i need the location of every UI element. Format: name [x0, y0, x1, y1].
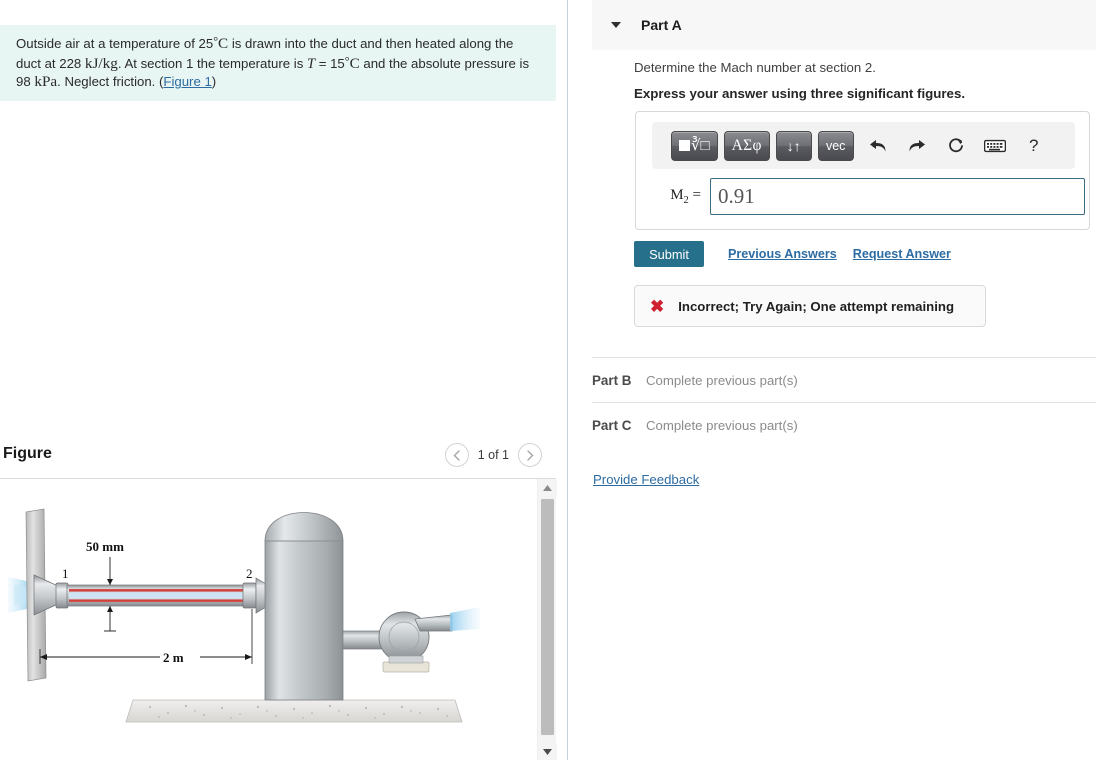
filled-square-icon — [679, 140, 690, 151]
answer-equals-sign: = — [688, 187, 701, 203]
problem-seg-6: . Neglect friction. ( — [57, 74, 164, 90]
feedback-message: Incorrect; Try Again; One attempt remain… — [678, 298, 955, 314]
pipe-flange-left — [55, 582, 69, 609]
scrollbar-thumb[interactable] — [541, 499, 554, 735]
undo-arrow-icon — [869, 139, 886, 151]
problem-seg-7: ) — [211, 74, 217, 90]
triangle-up-icon — [543, 484, 552, 491]
figure-counter: 1 of 1 — [477, 448, 509, 462]
help-button[interactable]: ? — [1019, 132, 1049, 160]
unit-celsius-1: C — [218, 35, 229, 52]
unit-kpa: kPa — [34, 73, 58, 91]
left-panel: Outside air at a temperature of 25°C is … — [0, 0, 568, 760]
answer-input[interactable] — [710, 178, 1085, 215]
reset-circular-arrow-icon — [948, 137, 963, 152]
figure-prev-button[interactable] — [444, 443, 469, 467]
greek-letters-label: ΑΣφ — [731, 136, 762, 154]
request-answer-link[interactable]: Request Answer — [853, 247, 951, 261]
pump-pedestal — [388, 655, 424, 664]
undo-button[interactable] — [863, 132, 893, 160]
section-1-label: 1 — [62, 566, 69, 581]
pipe-flange-right — [242, 582, 257, 609]
scrollbar-up-arrow[interactable] — [538, 479, 557, 496]
problem-seg-4: = 15 — [315, 55, 345, 71]
dim-2m-label: 2 m — [163, 650, 184, 665]
figure-header: Figure 1 of 1 — [0, 440, 556, 480]
keyboard-icon — [983, 139, 1006, 152]
dim-50mm-label: 50 mm — [86, 539, 124, 554]
answer-row: M2 = — [652, 178, 1085, 215]
feedback-banner: ✖ Incorrect; Try Again; One attempt rema… — [634, 285, 986, 327]
question-mark-icon: ? — [1028, 135, 1039, 155]
x-mark-icon: ✖ — [650, 296, 665, 316]
part-a-title: Part A — [641, 17, 682, 33]
up-down-arrows-icon: ↓↑ — [786, 137, 801, 154]
caret-down-icon[interactable] — [611, 22, 621, 28]
problem-seg-3: . At section 1 the temperature is — [117, 55, 307, 71]
chevron-left-icon — [453, 449, 460, 461]
chevron-right-icon — [526, 449, 533, 461]
bellmouth-inlet — [33, 574, 59, 616]
figure-navigation: 1 of 1 — [444, 443, 542, 467]
keyboard-button[interactable] — [980, 132, 1010, 160]
tank-body — [264, 540, 344, 701]
math-template-button[interactable]: ∛□ — [671, 130, 718, 161]
reset-button[interactable] — [941, 132, 971, 160]
dim-50mm-lower-arrow — [107, 606, 113, 612]
part-b-status: Complete previous part(s) — [646, 372, 798, 388]
answer-entry-box: ∛□ ΑΣφ ↓↑ vec ? M2 = 0.91 — [635, 111, 1090, 230]
part-a-prompt: Determine the Mach number at section 2. — [634, 60, 876, 75]
section-2-label: 2 — [246, 566, 253, 581]
part-a-header[interactable]: Part A — [592, 0, 1096, 50]
page-root: Outside air at a temperature of 25°C is … — [0, 0, 1096, 760]
answer-var-name: M — [670, 187, 684, 203]
math-toolbar: ∛□ ΑΣφ ↓↑ vec ? — [652, 122, 1075, 169]
duct-tank-connector — [255, 577, 267, 614]
part-c-row[interactable]: Part C Complete previous part(s) — [592, 402, 1096, 447]
figure-scrollbar[interactable] — [537, 479, 557, 760]
figure-next-button[interactable] — [518, 443, 542, 467]
triangle-down-icon — [543, 748, 552, 755]
problem-statement-text: Outside air at a temperature of 25°C is … — [16, 33, 540, 91]
pump-discharge-nozzle — [414, 614, 453, 632]
vector-button[interactable]: vec — [817, 130, 854, 161]
figure-viewport: 50 mm 2 m 1 2 — [0, 479, 537, 760]
outlet-air-jet — [450, 607, 480, 631]
provide-feedback-link[interactable]: Provide Feedback — [593, 472, 699, 487]
problem-statement-box: Outside air at a temperature of 25°C is … — [0, 25, 556, 101]
part-a-instruction: Express your answer using three signific… — [634, 86, 966, 101]
duct-tank-pump-diagram: 50 mm 2 m 1 2 — [8, 508, 480, 723]
dim-2m-arrow-right — [245, 654, 252, 660]
answer-variable-label: M2 = — [652, 187, 710, 206]
scrollbar-down-arrow[interactable] — [538, 743, 557, 760]
submit-button[interactable]: Submit — [634, 241, 704, 267]
variable-T: T — [306, 55, 316, 72]
figure-title: Figure — [3, 445, 52, 462]
problem-seg-1: Outside air at a temperature of 25 — [16, 36, 214, 51]
part-b-title: Part B — [592, 372, 632, 388]
greek-symbols-button[interactable]: ΑΣφ — [723, 130, 770, 161]
redo-arrow-icon — [909, 139, 925, 151]
part-b-row[interactable]: Part B Complete previous part(s) — [592, 357, 1096, 402]
submit-row: Submit Previous Answers Request Answer — [634, 241, 951, 267]
dim-50mm-upper-arrow — [107, 579, 113, 585]
pump-base-plate — [382, 661, 430, 673]
previous-answers-link[interactable]: Previous Answers — [728, 247, 837, 261]
sort-arrows-button[interactable]: ↓↑ — [775, 130, 812, 161]
tank-dome — [264, 512, 344, 542]
unit-celsius-2: C — [349, 54, 360, 72]
vector-label: vec — [825, 138, 846, 153]
part-c-title: Part C — [592, 417, 632, 433]
nth-root-icon: ∛□ — [691, 138, 710, 154]
unit-kj-per-kg: kJ/kg — [84, 54, 118, 72]
redo-button[interactable] — [902, 132, 932, 160]
figure-1-link[interactable]: Figure 1 — [163, 74, 211, 89]
part-c-status: Complete previous part(s) — [646, 417, 798, 433]
